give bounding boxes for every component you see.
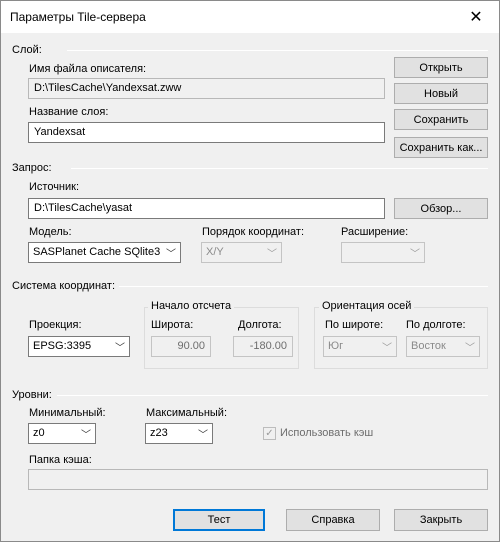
new-button[interactable]: Новый [394,83,488,104]
latitude-field: 90.00 [151,336,211,357]
check-icon: ✓ [265,428,274,439]
close-icon[interactable]: ✕ [453,1,499,32]
browse-button[interactable]: Обзор... [394,198,488,219]
max-level-label: Максимальный: [146,407,227,419]
levels-separator [57,395,488,396]
coord-order-value: X/Y [206,246,224,258]
descriptor-label: Имя файла описателя: [29,63,147,75]
extension-label: Расширение: [341,226,409,238]
test-button[interactable]: Тест [173,509,265,531]
chevron-down-icon: ﹀ [382,343,392,354]
chevron-down-icon: ﹀ [267,249,277,260]
coord-order-label: Порядок координат: [202,226,305,238]
coords-separator [119,286,488,287]
levels-section-label: Уровни: [12,389,52,401]
longitude-field: -180.00 [233,336,293,357]
extension-select[interactable]: ﹀ [341,242,425,263]
by-lon-value: Восток [411,340,446,352]
model-select-value: SASPlanet Cache SQlite3 [33,246,161,258]
close-button[interactable]: Закрыть [394,509,488,531]
title-bar: Параметры Tile-сервера ✕ [1,1,499,33]
coord-order-select[interactable]: X/Y ﹀ [201,242,282,263]
source-input[interactable]: D:\TilesCache\yasat [28,198,385,219]
by-lat-value: Юг [328,340,344,352]
help-button[interactable]: Справка [286,509,380,531]
use-cache-checkbox[interactable]: ✓ [263,427,276,440]
by-lon-select[interactable]: Восток ﹀ [406,336,480,357]
layer-section-label: Слой: [12,44,42,56]
chevron-down-icon: ﹀ [115,343,125,354]
min-level-label: Минимальный: [29,407,106,419]
model-label: Модель: [29,226,72,238]
latitude-label: Широта: [151,319,194,331]
longitude-label: Долгота: [238,319,282,331]
projection-label: Проекция: [29,319,82,331]
chevron-down-icon: ﹀ [465,343,475,354]
layer-name-label: Название слоя: [29,106,109,118]
layer-name-input[interactable]: Yandexsat [28,122,385,143]
projection-select[interactable]: EPSG:3395 ﹀ [28,336,130,357]
request-section-label: Запрос: [12,162,52,174]
chevron-down-icon: ﹀ [198,430,208,441]
origin-group-title: Начало отсчета [148,300,235,312]
chevron-down-icon: ﹀ [81,430,91,441]
min-level-value: z0 [33,427,45,439]
chevron-down-icon: ﹀ [410,249,420,260]
coords-section-label: Система координат: [12,280,116,292]
use-cache-label: Использовать кэш [280,427,374,439]
projection-value: EPSG:3395 [33,340,92,352]
save-button[interactable]: Сохранить [394,109,488,130]
layer-separator [67,50,488,51]
source-label: Источник: [29,181,80,193]
cache-folder-field [28,469,488,490]
max-level-value: z23 [150,427,168,439]
axes-group-title: Ориентация осей [319,300,415,312]
dialog-window: Параметры Tile-сервера ✕ Слой: Имя файла… [0,0,500,542]
min-level-select[interactable]: z0 ﹀ [28,423,96,444]
cache-folder-label: Папка кэша: [29,454,92,466]
open-button[interactable]: Открыть [394,57,488,78]
by-lon-label: По долготе: [406,319,466,331]
model-select[interactable]: SASPlanet Cache SQlite3 ﹀ [28,242,181,263]
chevron-down-icon: ﹀ [166,249,176,260]
request-separator [71,168,488,169]
by-lat-label: По широте: [325,319,384,331]
save-as-button[interactable]: Сохранить как... [394,137,488,158]
descriptor-field: D:\TilesCache\Yandexsat.zww [28,78,385,99]
by-lat-select[interactable]: Юг ﹀ [323,336,397,357]
max-level-select[interactable]: z23 ﹀ [145,423,213,444]
window-title: Параметры Tile-сервера [10,10,146,24]
